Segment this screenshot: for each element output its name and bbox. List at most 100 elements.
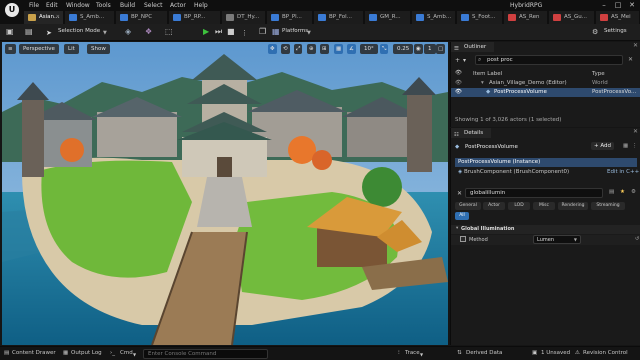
trace-button[interactable]: Trace <box>405 350 420 356</box>
outliner-row-world[interactable]: Asian_Village_Demo (Editor) <box>489 80 567 86</box>
cmd-dropdown[interactable]: Cmd <box>120 350 133 356</box>
viewport-menu-icon[interactable]: ≡ <box>5 44 16 54</box>
add-component-button[interactable]: + Add <box>591 142 615 150</box>
tab-bp-rp[interactable]: BP_RP... <box>169 11 221 24</box>
blueprint-icon[interactable]: ▦ <box>623 143 628 149</box>
filter-actor[interactable]: Actor <box>483 202 505 210</box>
platforms-dropdown[interactable]: Platforms <box>282 28 308 34</box>
content-icon[interactable]: ▤ <box>25 27 33 37</box>
menu-edit[interactable]: Edit <box>46 2 58 9</box>
tab-bp-npc[interactable]: BP_NPC <box>116 11 168 24</box>
reset-icon[interactable]: ↺ <box>635 236 639 242</box>
minimize-icon[interactable]: – <box>598 1 610 10</box>
content-drawer-icon[interactable]: ▤ <box>4 350 9 356</box>
scale-snap-icon[interactable]: ⤡ <box>380 44 389 54</box>
close-icon[interactable]: ✕ <box>56 11 60 24</box>
filter-misc[interactable]: Misc <box>533 202 555 210</box>
filter-icon[interactable]: ▾ <box>463 57 466 64</box>
lock-icon[interactable]: ▤ <box>609 189 614 195</box>
gear-icon[interactable]: ⚙ <box>631 189 636 195</box>
visibility-icon[interactable]: 👁 <box>455 80 462 86</box>
grid-snap-icon[interactable]: ▦ <box>334 44 344 54</box>
level-viewport[interactable]: ≡ Perspective Lit Show ✥ ⟲ ⤢ ⊕ ⊞ ▦ ∡ 10°… <box>2 42 448 345</box>
close-window-icon[interactable]: ✕ <box>626 1 638 10</box>
output-log-icon[interactable]: ▦ <box>63 350 68 356</box>
save-icon[interactable]: ▣ <box>6 27 14 37</box>
viewport-layout-icon[interactable]: ▢ <box>436 44 446 54</box>
show-button[interactable]: Show <box>87 44 110 54</box>
play-icon[interactable]: ▶ <box>203 27 209 37</box>
selection-mode-dropdown[interactable]: Selection Mode <box>58 28 100 34</box>
lit-button[interactable]: Lit <box>64 44 79 54</box>
filter-streaming[interactable]: Streaming <box>591 202 625 210</box>
collapse-icon[interactable]: ▾ <box>456 226 458 231</box>
chevron-down-icon[interactable]: ▼ <box>307 28 311 38</box>
gear-icon[interactable]: ⚙ <box>592 27 598 37</box>
tab-as-gu[interactable]: AS_Gu... <box>549 11 595 24</box>
revision-control-icon[interactable]: ⚠ <box>575 350 580 356</box>
content-drawer-button[interactable]: Content Drawer <box>12 350 56 356</box>
trace-icon[interactable]: ⁝ <box>398 350 400 356</box>
column-type[interactable]: Type <box>592 71 605 77</box>
create-icon[interactable]: ◈ <box>125 27 131 37</box>
visibility-icon[interactable]: 👁 <box>455 89 462 95</box>
tab-as-ren[interactable]: AS_Ren <box>504 11 548 24</box>
close-icon[interactable]: ✕ <box>633 42 638 49</box>
translate-icon[interactable]: ⟲ <box>281 44 290 54</box>
override-checkbox[interactable] <box>460 236 466 242</box>
filter-rendering[interactable]: Rendering <box>558 202 588 210</box>
output-log-button[interactable]: Output Log <box>71 350 102 356</box>
scale-snap-value[interactable]: 0.25 <box>393 44 414 54</box>
settings-button[interactable]: Settings <box>604 28 627 34</box>
tab-outliner[interactable]: ☰ Outliner <box>451 42 495 52</box>
menu-help[interactable]: Help <box>194 2 208 9</box>
world-local-icon[interactable]: ⊕ <box>307 44 316 54</box>
rotation-snap-value[interactable]: 10° <box>360 44 378 54</box>
method-dropdown[interactable]: Lumen ▼ <box>533 235 581 244</box>
details-search-input[interactable]: globalillumin <box>465 188 603 198</box>
menu-window[interactable]: Window <box>66 2 90 9</box>
stop-icon[interactable]: ■ <box>227 27 235 37</box>
tab-details[interactable]: ☷ Details <box>451 128 492 138</box>
camera-speed-value[interactable]: 1 <box>424 44 436 54</box>
component-instance[interactable]: PostProcessVolume (Instance) <box>458 159 540 165</box>
outliner-search-input[interactable]: ⌕ post proc <box>475 55 623 65</box>
select-tool-icon[interactable]: ✥ <box>268 44 277 54</box>
clear-search-icon[interactable]: ✕ <box>457 190 462 197</box>
menu-build[interactable]: Build <box>120 2 135 9</box>
outliner-row-postprocess[interactable]: PostProcessVolume <box>494 89 547 95</box>
close-icon[interactable]: ✕ <box>633 128 638 135</box>
tab-gm-r[interactable]: GM_R... <box>365 11 411 24</box>
selection-mode-icon[interactable]: ➤ <box>46 28 52 38</box>
revision-control-button[interactable]: Revision Control <box>583 350 628 356</box>
menu-tools[interactable]: Tools <box>96 2 111 9</box>
launch-icon[interactable]: ❐ <box>259 27 266 37</box>
tab-asian-village[interactable]: Asian... ✕ <box>24 11 64 24</box>
filter-all[interactable]: All <box>455 212 469 220</box>
maximize-icon[interactable]: □ <box>612 1 624 10</box>
scale-icon[interactable]: ⤢ <box>294 44 303 54</box>
step-icon[interactable]: ⏭ <box>215 27 222 37</box>
filter-general[interactable]: General <box>455 202 481 210</box>
edit-in-cpp-link[interactable]: Edit in C++ <box>607 169 639 175</box>
perspective-button[interactable]: Perspective <box>19 44 59 54</box>
derived-data-icon[interactable]: ⇅ <box>457 350 462 356</box>
unreal-logo-icon[interactable]: U <box>5 3 19 17</box>
blueprints-icon[interactable]: ❖ <box>145 27 152 37</box>
star-icon[interactable]: ★ <box>620 189 625 195</box>
column-item-label[interactable]: Item Label <box>473 71 502 77</box>
tab-s-foot[interactable]: S_Foot... <box>457 11 503 24</box>
expand-icon[interactable]: ▾ <box>481 80 484 86</box>
menu-select[interactable]: Select <box>144 2 163 9</box>
tab-s-amb-1[interactable]: S_Amb... <box>65 11 115 24</box>
chevron-down-icon[interactable]: ▼ <box>103 28 107 38</box>
tab-bp-pl[interactable]: BP_Pl... <box>267 11 313 24</box>
unsaved-button[interactable]: 1 Unsaved <box>541 350 570 356</box>
tab-dt-hy[interactable]: DT_Hy... <box>222 11 266 24</box>
filter-lod[interactable]: LOD <box>508 202 530 210</box>
clear-icon[interactable]: ✕ <box>628 56 633 63</box>
visibility-icon[interactable]: 👁 <box>455 70 462 76</box>
cinematics-icon[interactable]: ⬚ <box>165 27 173 37</box>
menu-actor[interactable]: Actor <box>170 2 186 9</box>
tab-bp-fol[interactable]: BP_Fol... <box>314 11 364 24</box>
